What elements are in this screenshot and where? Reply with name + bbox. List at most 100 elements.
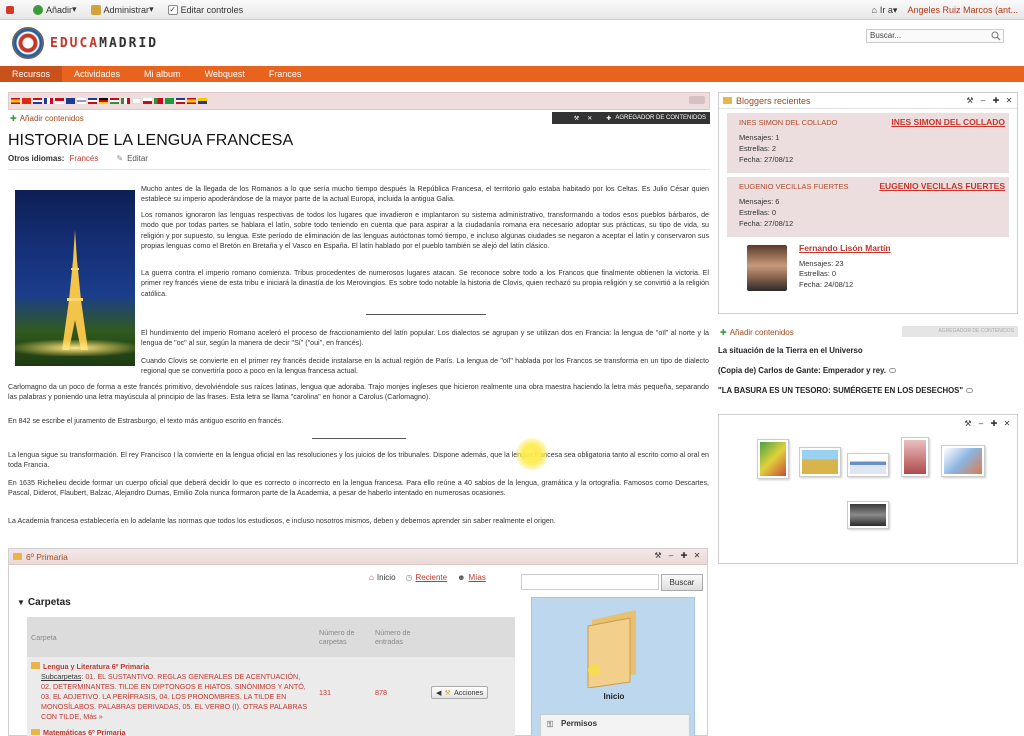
aggregator-label: AGREGADOR DE CONTENIDOS	[615, 115, 706, 121]
nav-tab-recursos[interactable]: Recursos	[0, 66, 63, 82]
flag-icon[interactable]	[22, 98, 31, 104]
folders-search-button[interactable]: Buscar	[661, 574, 703, 591]
toolbar-recent[interactable]: ◷ Reciente	[406, 573, 448, 582]
add-icon	[33, 4, 43, 15]
flag-icon[interactable]	[44, 98, 53, 104]
flag-icon[interactable]	[198, 98, 207, 104]
dock-logo[interactable]	[6, 5, 17, 14]
flag-icon[interactable]	[11, 98, 20, 104]
folder-cell: Lengua y Literatura 6º Primaria Subcarpe…	[27, 657, 315, 727]
flag-icon[interactable]	[66, 98, 75, 104]
close-icon[interactable]: ✕	[1003, 420, 1011, 428]
folder-row-name[interactable]: Lengua y Literatura 6º Primaria	[31, 662, 311, 672]
divider	[312, 438, 406, 439]
dock-add-menu[interactable]: Añadir ▾	[33, 4, 77, 15]
carpetas-heading-label: Carpetas	[27, 597, 71, 608]
nav-tab-mi-album[interactable]: Mi album	[132, 66, 193, 82]
flag-icon[interactable]	[121, 98, 130, 104]
news-item[interactable]: La situación de la Tierra en el Universo	[718, 346, 1018, 362]
flag-icon[interactable]	[187, 98, 196, 104]
flag-icon[interactable]	[143, 98, 152, 104]
news-item[interactable]: "LA BASURA ES UN TESORO: SUMÉRGETE EN LO…	[718, 386, 1018, 402]
wrench-icon[interactable]: ⚒	[574, 115, 579, 122]
other-languages-row: Otros idiomas: Francés ✎ Editar	[8, 154, 710, 170]
nav-tab-webquest[interactable]: Webquest	[193, 66, 257, 82]
other-language-link[interactable]: Francés	[69, 154, 98, 163]
edit-controls-toggle[interactable]: ✓ Editar controles	[167, 4, 243, 15]
nav-tab-actividades[interactable]: Actividades	[62, 66, 132, 82]
gallery-thumbnail[interactable]	[941, 445, 985, 477]
gallery-thumbnail[interactable]	[847, 501, 889, 529]
toolbar-mine[interactable]: ☻ Mías	[457, 573, 486, 582]
close-icon[interactable]: ✕	[587, 115, 592, 122]
side-add-content-link[interactable]: Añadir contenidos	[730, 328, 794, 337]
close-icon[interactable]: ✕	[693, 552, 701, 560]
folder-cell[interactable]: Matemáticas 6º Primaria	[27, 727, 515, 736]
col-header-actions	[427, 617, 515, 657]
avatar[interactable]	[747, 245, 787, 291]
news-item-title: La situación de la Tierra en el Universo	[718, 346, 863, 355]
search-icon[interactable]	[991, 31, 1001, 41]
folders-portlet-title: 6º Primaria	[26, 551, 68, 562]
user-name-link[interactable]: Angeles Ruiz Marcos (ant...	[907, 5, 1018, 15]
move-icon[interactable]: ✚	[990, 420, 998, 428]
article-paragraph: Mucho antes de la llegada de los Romanos…	[141, 185, 709, 204]
gallery-thumbnail[interactable]	[847, 453, 889, 477]
flag-icon[interactable]	[154, 98, 163, 104]
flag-icon[interactable]	[176, 98, 185, 104]
flag-icon[interactable]	[110, 98, 119, 104]
site-logo[interactable]: EDUCAMADRID	[12, 27, 158, 59]
goto-menu[interactable]: ⌂ Ir a ▾	[871, 5, 897, 16]
flag-icon[interactable]	[77, 98, 86, 104]
move-icon[interactable]: ✚	[606, 115, 611, 122]
gallery-thumbnail[interactable]	[757, 439, 789, 479]
flag-icon[interactable]	[165, 98, 174, 104]
folder-row-name-text: Matemáticas 6º Primaria	[43, 728, 126, 736]
flag-icon[interactable]	[99, 98, 108, 104]
nav-tab-frances[interactable]: Frances	[257, 66, 314, 82]
toolbar-home[interactable]: ⌂ Inicio	[369, 573, 396, 582]
blogger-name-small: INES SIMON DEL COLLADO	[739, 118, 838, 127]
move-icon[interactable]: ✚	[992, 97, 1000, 105]
news-item[interactable]: (Copia de) Carlos de Gante: Emperador y …	[718, 366, 1018, 382]
close-icon[interactable]: ✕	[1005, 97, 1013, 105]
dock-admin-label: Administrar	[103, 4, 150, 15]
minimize-icon[interactable]: –	[979, 97, 987, 105]
flag-icon[interactable]	[88, 98, 97, 104]
arrow-left-icon: ◀	[436, 687, 442, 697]
edit-link[interactable]: Editar	[127, 154, 148, 163]
flag-icon[interactable]	[33, 98, 42, 104]
side-add-content-row: ✚ Añadir contenidos AGREGADOR DE CONTENI…	[718, 324, 1018, 340]
flag-icon[interactable]	[132, 98, 141, 104]
gallery-thumbnail[interactable]	[799, 447, 841, 477]
site-search-input[interactable]: Buscar...	[866, 29, 1004, 43]
add-content-link[interactable]: Añadir contenidos	[20, 114, 84, 123]
user-icon: ☻	[457, 573, 466, 582]
blogger-name-link[interactable]: EUGENIO VECILLAS FUERTES	[879, 181, 1005, 192]
gallery-thumbnail[interactable]	[901, 437, 929, 477]
main-column: ✚ Añadir contenidos ⚒ ✕ ✚ AGREGADOR DE C…	[8, 92, 710, 525]
minimize-icon[interactable]: –	[667, 552, 675, 560]
folder-icon	[13, 553, 22, 560]
folders-search-input[interactable]	[521, 574, 659, 590]
wrench-icon[interactable]: ⚒	[654, 552, 662, 560]
dock-admin-menu[interactable]: Administrar ▾	[90, 4, 154, 15]
minimize-icon[interactable]: –	[977, 420, 985, 428]
wrench-icon[interactable]: ⚒	[964, 420, 972, 428]
permissions-button[interactable]: ⚿ Permisos	[540, 714, 690, 736]
carpetas-heading[interactable]: ▼ Carpetas	[17, 597, 71, 608]
clock-icon: ◷	[405, 573, 413, 582]
actions-cell: ◀ ⚒ Acciones	[427, 657, 515, 727]
flag-icon[interactable]	[55, 98, 64, 104]
move-icon[interactable]: ✚	[680, 552, 688, 560]
minimize-bar-icon[interactable]	[689, 96, 705, 104]
actions-button[interactable]: ◀ ⚒ Acciones	[431, 685, 489, 699]
blogger-name-link[interactable]: INES SIMON DEL COLLADO	[891, 117, 1005, 128]
recent-bloggers-header: Bloggers recientes ⚒ – ✚ ✕	[719, 93, 1017, 109]
blogger-name-link[interactable]: Fernando Lisón Martín	[799, 243, 891, 254]
article-paragraph: El hundimiento del imperio Romano aceler…	[141, 329, 709, 348]
add-content-row: ✚ Añadir contenidos ⚒ ✕ ✚ AGREGADOR DE C…	[8, 110, 710, 126]
wrench-icon[interactable]: ⚒	[966, 97, 974, 105]
subfolders-list[interactable]: : 01. EL SUSTANTIVO. REGLAS GENERALES DE…	[41, 672, 307, 721]
toolbar-recent-label: Reciente	[415, 573, 448, 582]
